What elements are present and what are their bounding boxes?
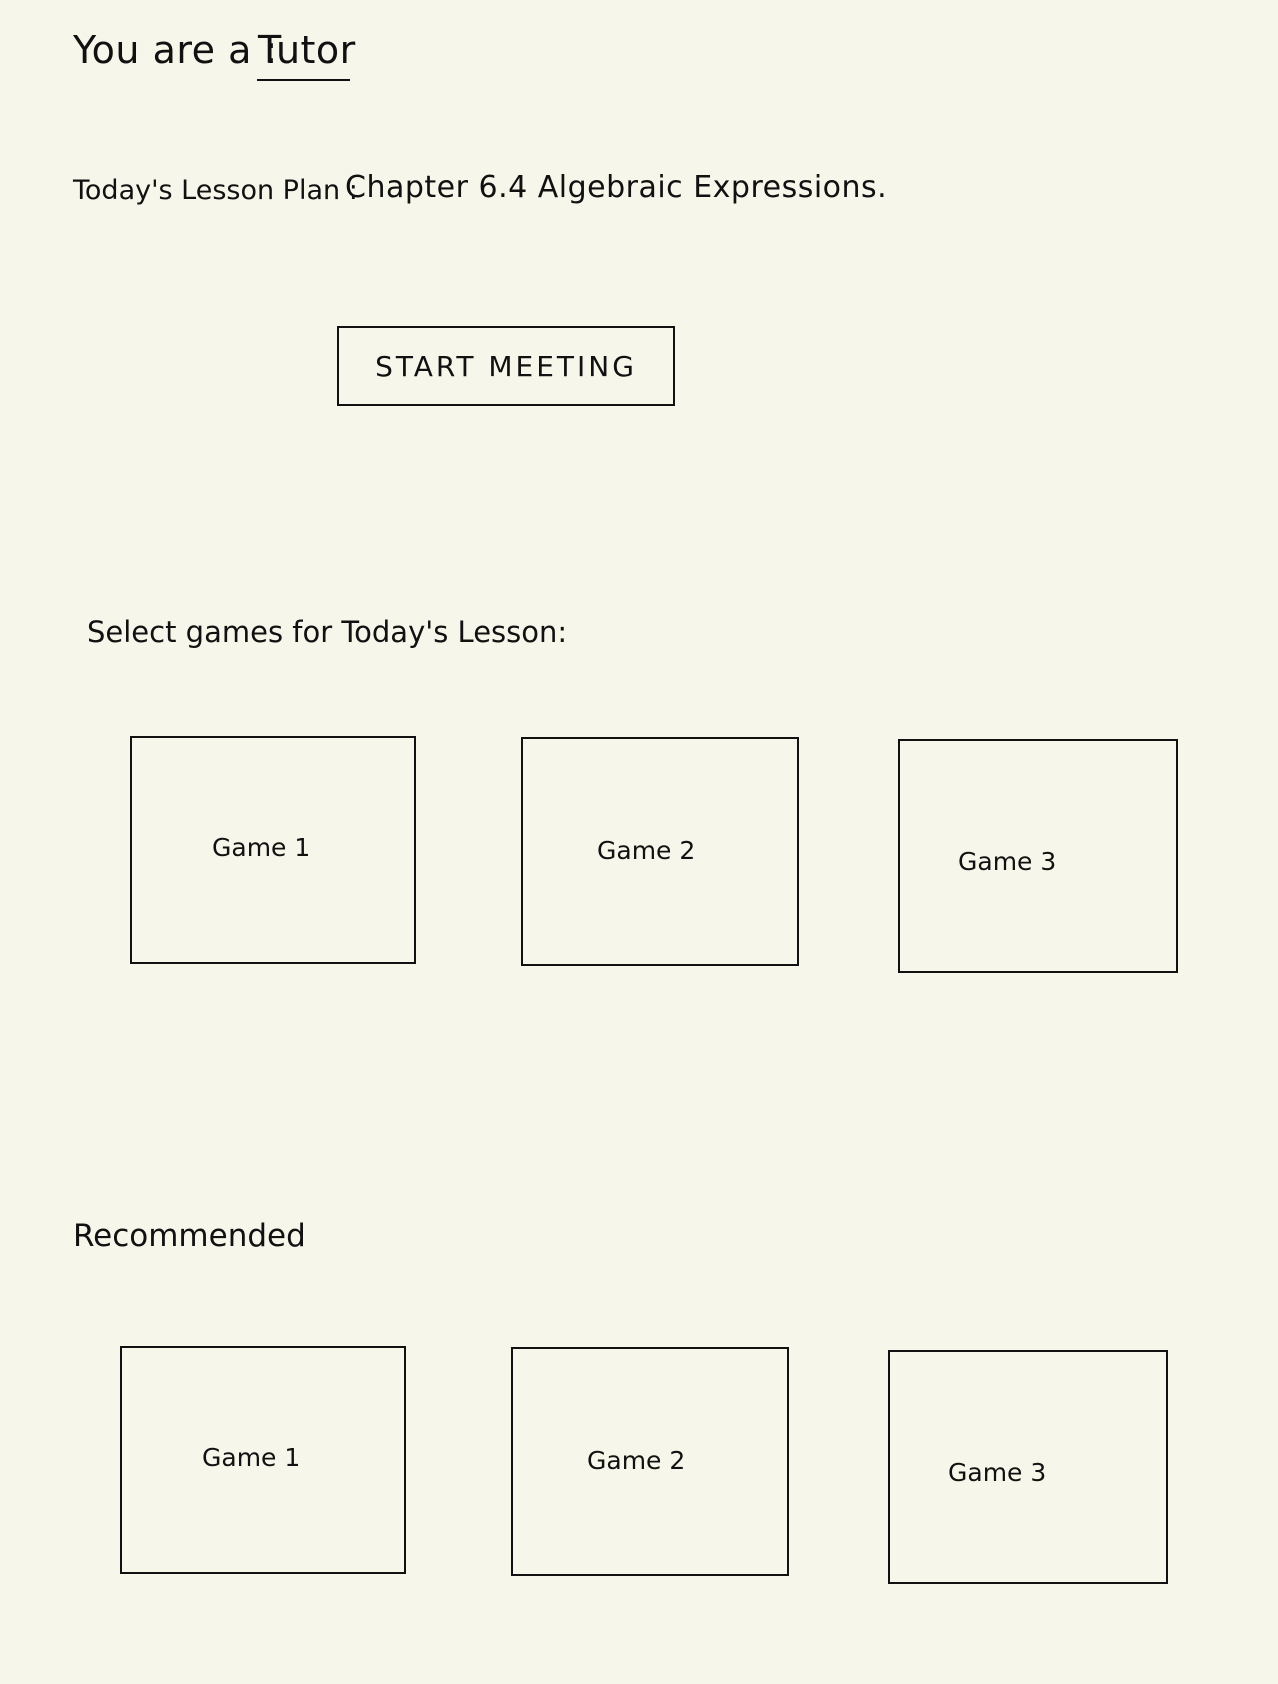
- start-meeting-button[interactable]: START MEETING: [337, 326, 675, 406]
- recommended-heading: Recommended: [73, 1218, 306, 1254]
- select-games-heading: Select games for Today's Lesson:: [87, 615, 568, 649]
- lesson-plan-value: Chapter 6.4 Algebraic Expressions.: [345, 170, 888, 205]
- game-card-label: Game 3: [958, 847, 1057, 876]
- lesson-plan-label: Today's Lesson Plan :: [73, 175, 358, 206]
- role-value[interactable]: Tutor: [258, 28, 356, 72]
- game-card-label: Game 1: [212, 833, 311, 862]
- select-game-card-3[interactable]: Game 3: [898, 739, 1178, 973]
- select-game-card-2[interactable]: Game 2: [521, 737, 799, 966]
- game-card-label: Game 2: [597, 836, 696, 865]
- game-card-label: Game 1: [202, 1443, 301, 1472]
- role-label: You are a :: [73, 28, 278, 72]
- recommended-game-card-1[interactable]: Game 1: [120, 1346, 406, 1574]
- recommended-game-card-2[interactable]: Game 2: [511, 1347, 789, 1576]
- recommended-game-card-3[interactable]: Game 3: [888, 1350, 1168, 1584]
- game-card-label: Game 2: [587, 1446, 686, 1475]
- game-card-label: Game 3: [948, 1458, 1047, 1487]
- select-game-card-1[interactable]: Game 1: [130, 736, 416, 964]
- role-underline: [257, 79, 350, 81]
